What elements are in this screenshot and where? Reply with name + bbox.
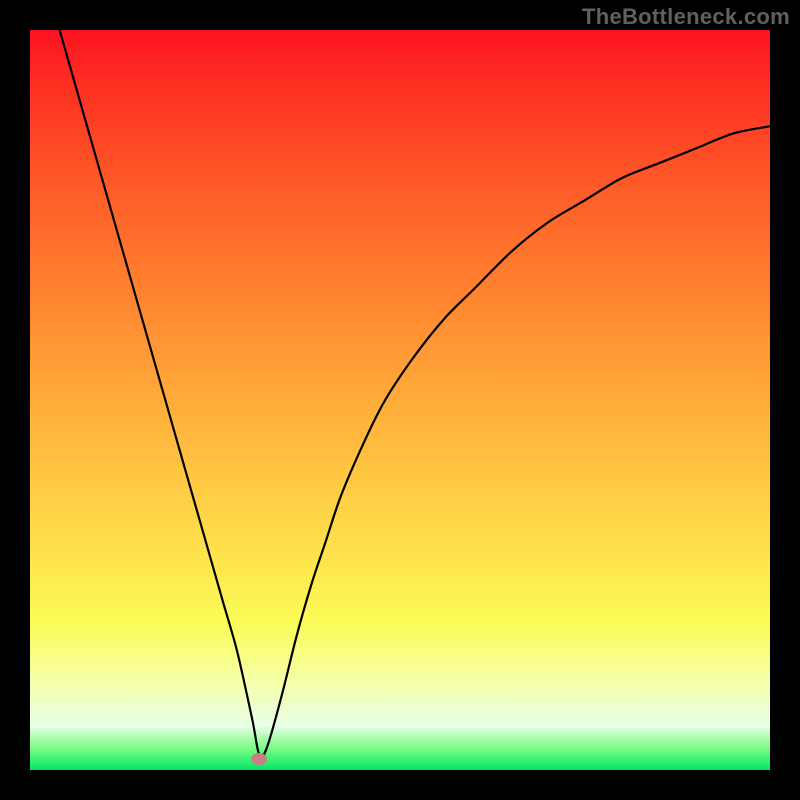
plot-area (30, 30, 770, 770)
bottleneck-curve (60, 30, 770, 757)
curve-svg (30, 30, 770, 770)
chart-frame: TheBottleneck.com (0, 0, 800, 800)
min-marker (251, 753, 267, 765)
watermark-text: TheBottleneck.com (582, 4, 790, 30)
